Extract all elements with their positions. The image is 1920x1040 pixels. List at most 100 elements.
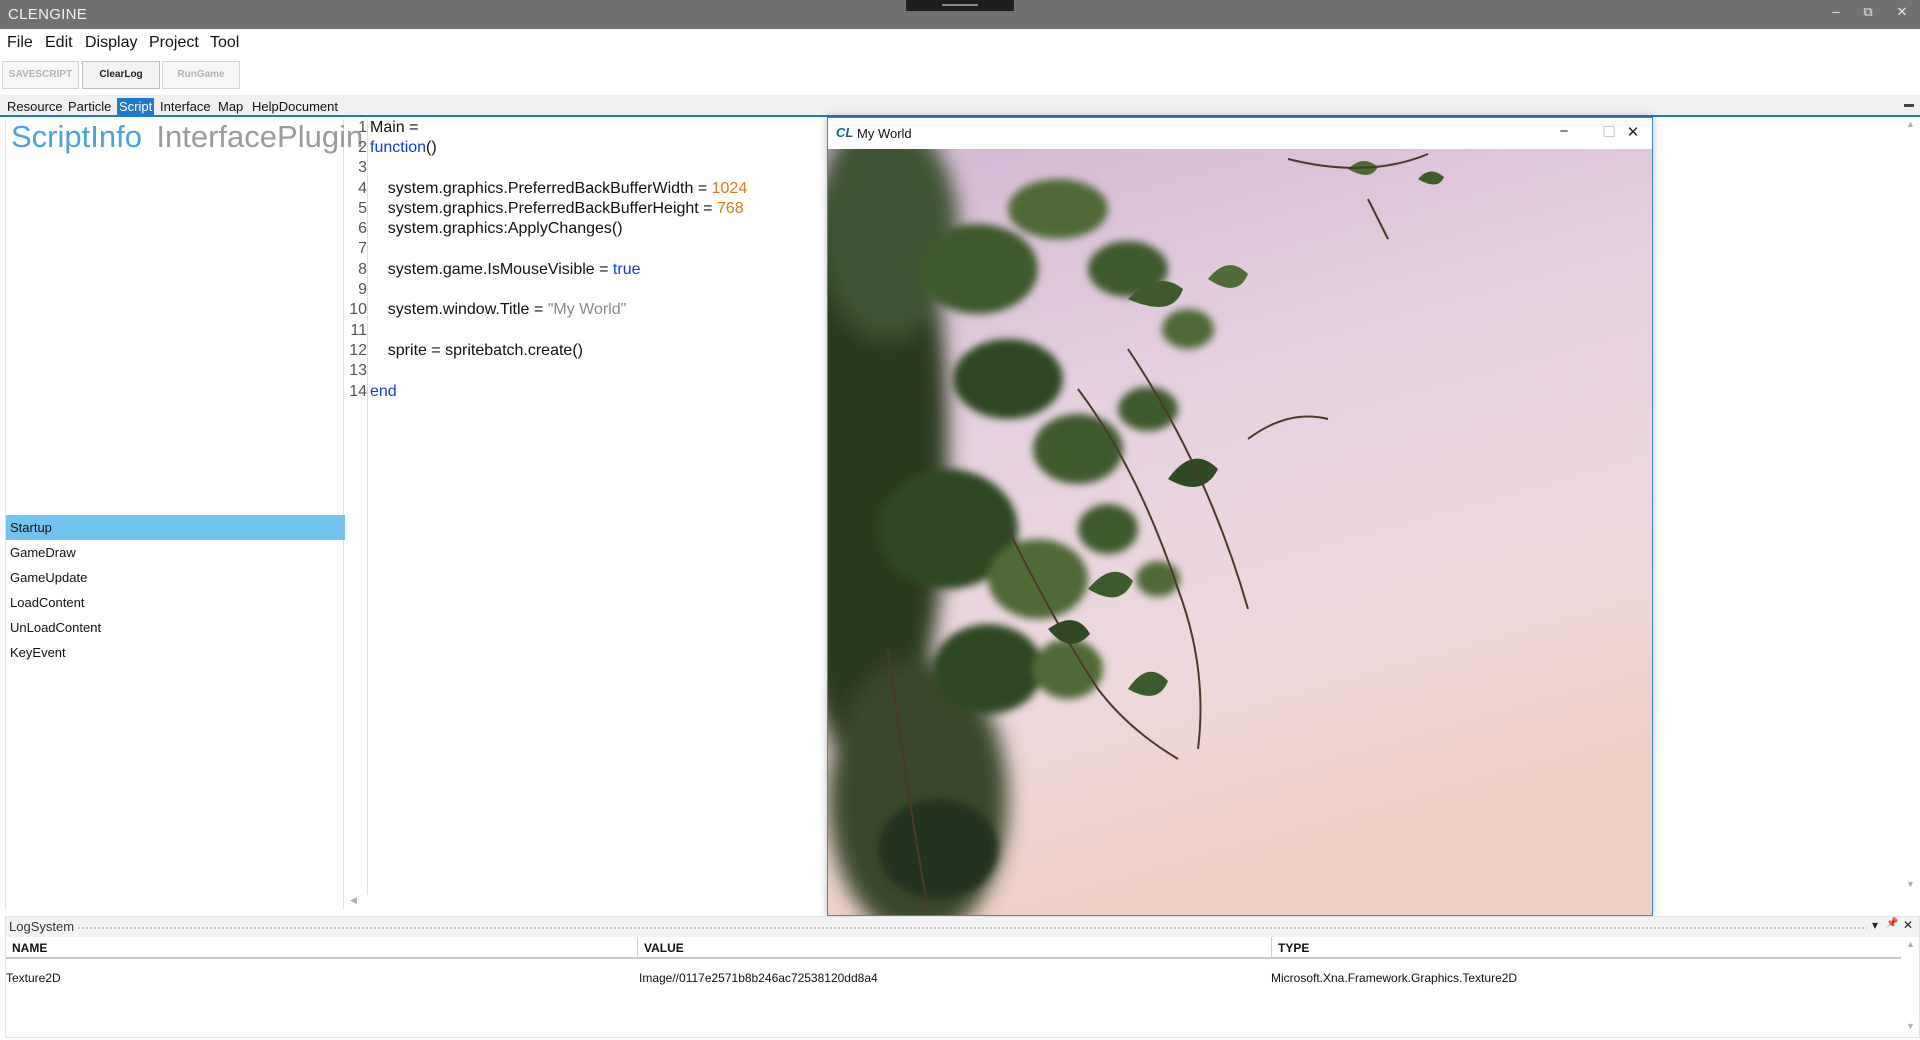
row-value-cell: Image//0117e2571b8b246ac72538120dd8a4 [639, 971, 878, 985]
menu-display[interactable]: Display [85, 34, 137, 52]
tab-map[interactable]: Map [218, 98, 243, 116]
column-header-type[interactable]: TYPE [1271, 937, 1901, 959]
line-number: 14 [349, 383, 367, 400]
line-number: 10 [349, 301, 367, 318]
toolbar: SAVESCRIPT ClearLog RunGame [0, 60, 1920, 90]
log-close-button[interactable]: ✕ [1903, 918, 1913, 932]
code-text: system.graphics:ApplyChanges() [370, 220, 623, 237]
game-close-button[interactable]: ✕ [1622, 123, 1644, 141]
run-game-button[interactable]: RunGame [162, 61, 240, 89]
code-line-8: system.game.IsMouseVisible = true [370, 261, 641, 279]
tab-script[interactable]: Script [117, 98, 155, 116]
line-number: 1 [358, 119, 367, 136]
drag-handle[interactable] [906, 0, 1014, 11]
game-render-canvas[interactable] [828, 149, 1652, 915]
code-text: () [426, 139, 437, 156]
menu-bar: File Edit Display Project Tool [0, 29, 1920, 57]
menu-tool[interactable]: Tool [210, 34, 239, 52]
panel-grip[interactable] [77, 926, 1867, 930]
tab-help-document[interactable]: HelpDocument [252, 98, 338, 116]
line-number: 7 [358, 240, 367, 257]
code-text: system.graphics.PreferredBackBufferWidth… [370, 180, 712, 197]
game-maximize-button[interactable]: ☐ [1598, 123, 1620, 141]
scroll-up-icon[interactable]: ▲ [1906, 939, 1915, 949]
dropdown-icon[interactable]: ▾ [1872, 918, 1878, 932]
code-number: 1024 [711, 180, 748, 197]
column-header-name[interactable]: NAME [6, 937, 637, 959]
code-text: system.game.IsMouseVisible = [370, 261, 613, 278]
event-item-loadcontent[interactable]: LoadContent [6, 590, 345, 615]
tab-resource[interactable]: Resource [7, 98, 63, 116]
code-text: sprite = spritebatch.create() [370, 342, 583, 359]
panel-headers: ScriptInfo InterfacePlugin [11, 119, 373, 159]
header-script-info[interactable]: ScriptInfo [11, 119, 142, 155]
code-line-5: system.graphics.PreferredBackBufferHeigh… [370, 200, 744, 218]
menu-edit[interactable]: Edit [45, 34, 73, 52]
line-number: 6 [358, 220, 367, 237]
event-item-startup[interactable]: Startup [6, 515, 345, 540]
restore-button[interactable]: ⧉ [1858, 4, 1878, 20]
code-number: 768 [716, 200, 744, 217]
game-minimize-button[interactable]: − [1553, 123, 1575, 140]
scroll-left-icon[interactable]: ◀ [350, 895, 357, 906]
line-number: 5 [358, 200, 367, 217]
minimize-button[interactable]: ‒ [1826, 4, 1846, 19]
code-line-2: function() [370, 139, 437, 157]
title-bar: CLENGINE ‒ ⧉ ✕ [0, 0, 1920, 29]
line-number: 2 [358, 139, 367, 156]
code-line-12: sprite = spritebatch.create() [370, 342, 583, 360]
code-keyword: function [370, 139, 427, 156]
scroll-up-icon[interactable]: ▲ [1906, 119, 1915, 129]
code-text: system.graphics.PreferredBackBufferHeigh… [370, 200, 717, 217]
line-number: 3 [358, 159, 367, 176]
leaves-sky-image [828, 149, 1652, 915]
pin-icon[interactable]: 📌 [1886, 918, 1898, 929]
close-button[interactable]: ✕ [1892, 4, 1912, 20]
menu-file[interactable]: File [7, 34, 33, 52]
column-header-value[interactable]: VALUE [637, 937, 1271, 959]
line-number: 8 [358, 261, 367, 278]
menu-project[interactable]: Project [149, 34, 199, 52]
line-number: 9 [358, 281, 367, 298]
line-number: 12 [349, 342, 367, 359]
script-side-panel: ScriptInfo InterfacePlugin Startup GameD… [5, 119, 363, 910]
code-line-6: system.graphics:ApplyChanges() [370, 220, 623, 238]
game-window[interactable]: CL My World − ☐ ✕ [827, 117, 1653, 916]
gutter-divider [367, 119, 368, 895]
code-line-1: Main = [370, 119, 418, 137]
tab-interface[interactable]: Interface [160, 98, 211, 116]
code-line-4: system.graphics.PreferredBackBufferWidth… [370, 180, 747, 198]
event-item-gamedraw[interactable]: GameDraw [6, 540, 345, 565]
strip-menu-icon[interactable]: ▬ [1904, 99, 1914, 110]
code-line-14: end [370, 383, 397, 401]
code-text: Main = [370, 119, 419, 136]
line-number: 11 [350, 322, 367, 339]
code-keyword: true [612, 261, 641, 278]
event-item-unloadcontent[interactable]: UnLoadContent [6, 615, 345, 640]
header-interface-plugin[interactable]: InterfacePlugin [156, 119, 363, 155]
line-number: 4 [358, 180, 367, 197]
event-item-keyevent[interactable]: KeyEvent [6, 640, 345, 665]
game-window-titlebar[interactable]: CL My World − ☐ ✕ [828, 118, 1652, 149]
log-panel-header[interactable]: LogSystem ▾ 📌 ✕ [6, 917, 1919, 937]
log-system-panel: LogSystem ▾ 📌 ✕ NAME VALUE TYPE Texture2… [5, 916, 1920, 1038]
event-item-gameupdate[interactable]: GameUpdate [6, 565, 345, 590]
clear-log-button[interactable]: ClearLog [82, 61, 160, 89]
app-title: CLENGINE [8, 6, 88, 23]
tab-particle[interactable]: Particle [68, 98, 111, 116]
scroll-down-icon[interactable]: ▼ [1906, 879, 1915, 889]
tab-strip: Resource Particle Script Interface Map H… [0, 95, 1920, 117]
line-number: 13 [349, 362, 367, 379]
save-script-button[interactable]: SAVESCRIPT [2, 61, 79, 89]
row-name-cell: Texture2D [6, 971, 61, 985]
log-panel-title: LogSystem [9, 919, 75, 934]
row-type-cell: Microsoft.Xna.Framework.Graphics.Texture… [1271, 971, 1518, 985]
code-string: "My World" [547, 301, 627, 318]
clengine-logo: CL [836, 125, 854, 140]
code-keyword: end [370, 383, 397, 400]
code-line-10: system.window.Title = "My World" [370, 301, 627, 319]
game-window-title: My World [857, 126, 912, 141]
scroll-down-icon[interactable]: ▼ [1906, 1021, 1915, 1031]
log-scrollbar[interactable]: ▲ ▼ [1902, 937, 1919, 1037]
event-list: Startup GameDraw GameUpdate LoadContent … [6, 515, 345, 665]
